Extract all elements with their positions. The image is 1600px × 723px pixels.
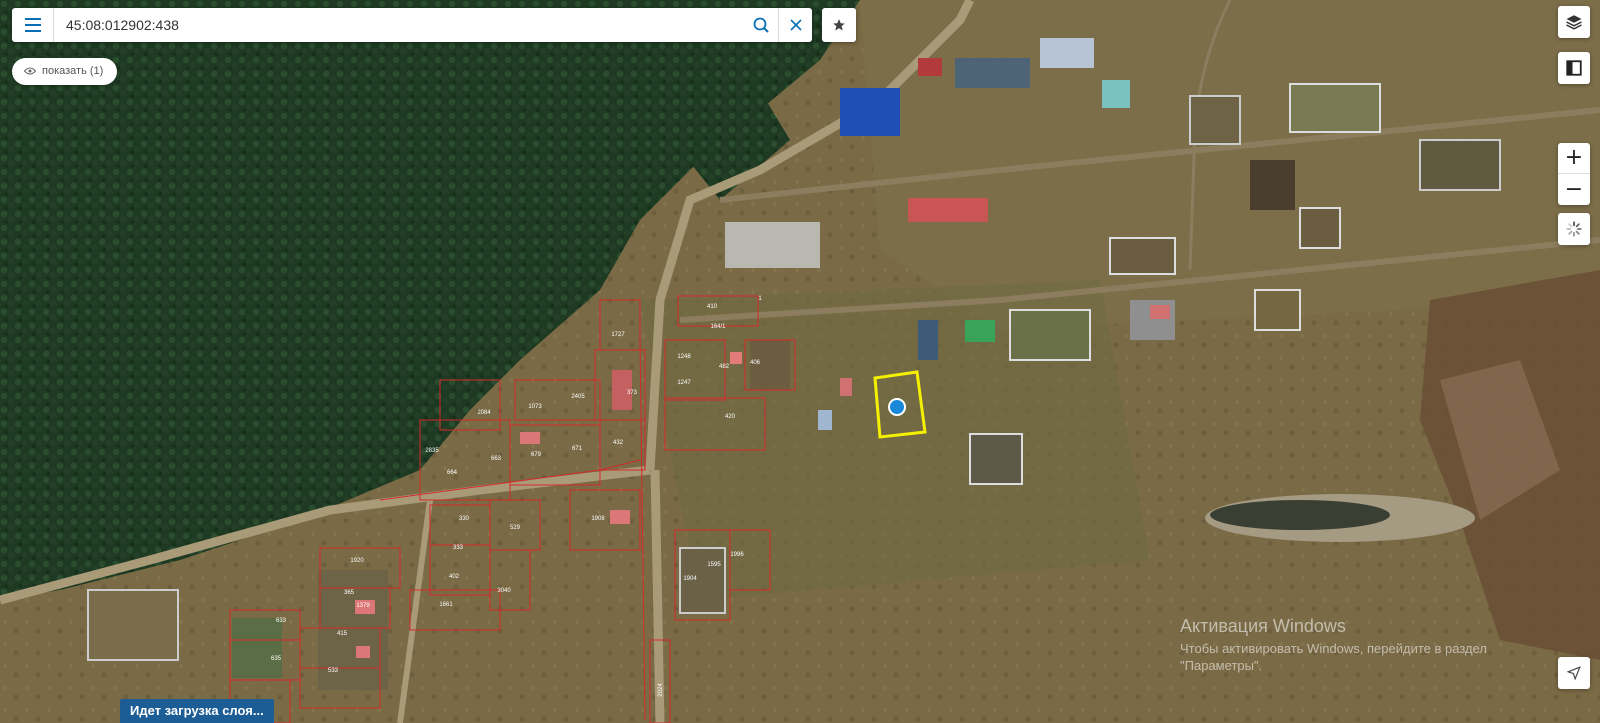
windows-activation-watermark: Активация Windows Чтобы активировать Win… <box>1180 616 1487 673</box>
search-input[interactable] <box>54 8 744 42</box>
search-bar <box>12 8 812 42</box>
parcel-number-label: 333 <box>453 545 464 551</box>
parcel-number-label: 663 <box>491 456 502 462</box>
parcel-number-label: 633 <box>276 618 287 624</box>
menu-button[interactable] <box>12 8 54 42</box>
parcel-number-label: 415 <box>337 631 348 637</box>
watermark-line: "Параметры". <box>1180 658 1263 673</box>
parcel-number-label: 1247 <box>677 380 691 386</box>
parcel-number-label: 482 <box>719 364 730 370</box>
menu-icon <box>24 16 41 34</box>
parcel-number-label: 365 <box>344 590 355 596</box>
parcel-number-label: 1248 <box>677 354 691 360</box>
parcel-number-label: 330 <box>459 516 470 522</box>
parcel-number-label: 1379 <box>356 603 370 609</box>
parcel-number-label: 664 <box>447 470 458 476</box>
zoom-controls: + − <box>1558 143 1590 205</box>
parcel-number-label: 1595 <box>707 562 721 568</box>
selected-parcel-marker[interactable] <box>888 398 906 416</box>
ruler-icon <box>1566 60 1582 76</box>
layer-loading-label: Идет загрузка слоя... <box>130 703 264 718</box>
watermark-line: Чтобы активировать Windows, перейдите в … <box>1180 641 1487 656</box>
clear-button[interactable] <box>778 8 812 42</box>
layers-button[interactable] <box>1558 6 1590 38</box>
zoom-out-button[interactable]: − <box>1558 174 1590 205</box>
search-button[interactable] <box>744 8 778 42</box>
parcel-number-label: 1727 <box>611 332 625 338</box>
parcel-number-label: 2024 <box>658 683 664 697</box>
zoom-in-button[interactable]: + <box>1558 143 1590 174</box>
eye-icon <box>24 67 36 75</box>
star-icon <box>833 19 845 31</box>
parcel-number-label: 402 <box>449 574 460 580</box>
parcel-number-label: 635 <box>271 656 282 662</box>
locate-arrow-icon <box>1567 666 1581 680</box>
close-icon <box>789 19 802 31</box>
favorite-button[interactable] <box>822 8 856 42</box>
parcel-number-label: 1073 <box>528 404 542 410</box>
parcel-number-label: 1920 <box>350 558 364 564</box>
parcel-number-label: 2835 <box>425 448 439 454</box>
parcel-number-label: 1908 <box>591 516 605 522</box>
parcel-number-label: 1996 <box>730 552 744 558</box>
parcel-number-label: 432 <box>613 440 624 446</box>
map-imagery: 41011727164/1124848240612471073240520843… <box>0 0 1600 723</box>
parcel-number-label: 406 <box>750 360 761 366</box>
show-results-pill[interactable]: показать (1) <box>12 58 118 85</box>
parcel-number-label: 529 <box>510 525 521 531</box>
parcel-number-label: 679 <box>531 452 542 458</box>
parcel-number-label: 2405 <box>571 394 585 400</box>
loading-spinner-button[interactable] <box>1558 213 1590 245</box>
search-icon <box>753 17 769 33</box>
layers-icon <box>1566 15 1582 30</box>
parcel-number-label: 3040 <box>497 588 511 594</box>
watermark-title: Активация Windows <box>1180 616 1346 636</box>
parcel-number-label: 2084 <box>477 410 491 416</box>
parcel-number-label: 533 <box>328 668 339 674</box>
parcel-number-label: 671 <box>572 446 583 452</box>
layer-loading-badge: Идет загрузка слоя... <box>120 699 274 723</box>
parcel-number-label: 410 <box>707 304 718 310</box>
parcel-number-label: 373 <box>627 390 638 396</box>
spinner-icon <box>1566 221 1582 237</box>
parcel-number-label: 1661 <box>439 602 453 608</box>
show-results-label: показать (1) <box>42 65 104 77</box>
ruler-button[interactable] <box>1558 52 1590 84</box>
satellite-map[interactable]: 410 1 1727 164/1 1248 482 406 1247 1073 2405 2084 3… <box>0 0 1600 723</box>
parcel-number-label: 1904 <box>683 576 697 582</box>
locate-button[interactable] <box>1558 657 1590 689</box>
parcel-number-label: 164/1 <box>710 324 726 330</box>
parcel-number-label: 420 <box>725 414 736 420</box>
